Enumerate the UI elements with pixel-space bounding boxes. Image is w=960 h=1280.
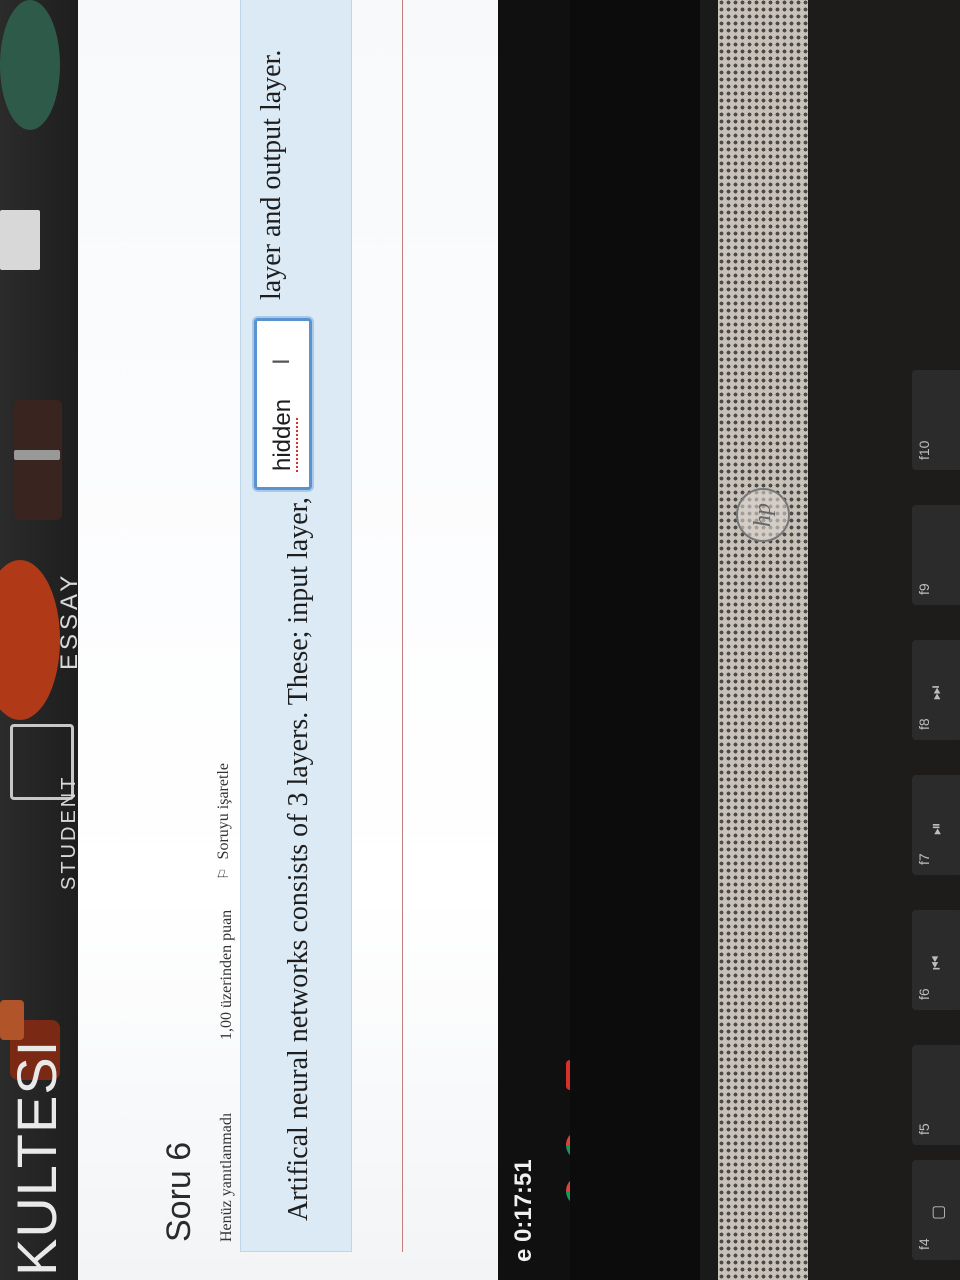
question-status: Henüz yanıtlanmadı — [218, 1112, 235, 1242]
photo-stage: KULTESI STUDENT ESSAY Soru 6 Henüz yanıt… — [0, 0, 960, 1280]
key-f10[interactable]: f10 — [912, 370, 960, 470]
hp-logo: hp — [736, 488, 790, 542]
banner-decoration — [0, 210, 40, 270]
flag-question-link[interactable]: ⚐ Soruyu işaretle — [215, 763, 233, 880]
banner-decoration — [0, 560, 60, 720]
taskbar — [498, 0, 570, 1280]
flag-question-label: Soruyu işaretle — [215, 763, 232, 860]
play-pause-icon: ⏯ — [928, 822, 945, 835]
key-label: f4 — [916, 1238, 932, 1250]
key-label: f7 — [916, 853, 932, 865]
key-f5[interactable]: f5 — [912, 1045, 960, 1145]
key-f9[interactable]: f9 — [912, 505, 960, 605]
next-track-icon: ⏭ — [928, 685, 945, 700]
key-f7[interactable]: f7 ⏯ — [912, 775, 960, 875]
spellcheck-underline — [294, 418, 298, 472]
previous-track-icon: ⏮ — [928, 955, 945, 970]
key-f8[interactable]: f8 ⏭ — [912, 640, 960, 740]
window-icon: ▢ — [930, 1204, 947, 1220]
question-text-before: Artifical neural networks consists of 3 … — [283, 497, 314, 1221]
laptop-bezel — [570, 0, 700, 1280]
banner-decoration — [14, 400, 62, 520]
key-label: f8 — [916, 718, 932, 730]
key-label: f10 — [916, 440, 932, 460]
divider — [402, 0, 403, 1252]
key-f6[interactable]: f6 ⏮ — [912, 910, 960, 1010]
answer-input[interactable] — [254, 318, 312, 490]
banner-decoration — [0, 1000, 24, 1040]
flag-icon: ⚐ — [216, 867, 232, 880]
question-points: 1,00 üzerinden puan — [218, 909, 235, 1040]
text-cursor-icon: I — [268, 358, 295, 365]
question-text-after: layer and output layer. — [256, 49, 287, 300]
key-f4[interactable]: f4 ▢ — [912, 1160, 960, 1260]
quiz-timer: e 0:17:51 — [510, 1159, 537, 1262]
banner-title: KULTESI — [5, 1039, 68, 1276]
course-banner: KULTESI STUDENT ESSAY — [0, 0, 78, 1280]
key-label: f6 — [916, 988, 932, 1000]
key-label: f5 — [916, 1123, 932, 1135]
banner-essay-label: ESSAY — [56, 571, 78, 670]
key-label: f9 — [916, 583, 932, 595]
banner-decoration — [14, 450, 60, 460]
question-title: Soru 6 — [160, 1141, 198, 1242]
banner-student-label: STUDENT — [58, 774, 78, 890]
banner-decoration — [0, 0, 60, 130]
speaker-grille — [718, 0, 808, 1280]
